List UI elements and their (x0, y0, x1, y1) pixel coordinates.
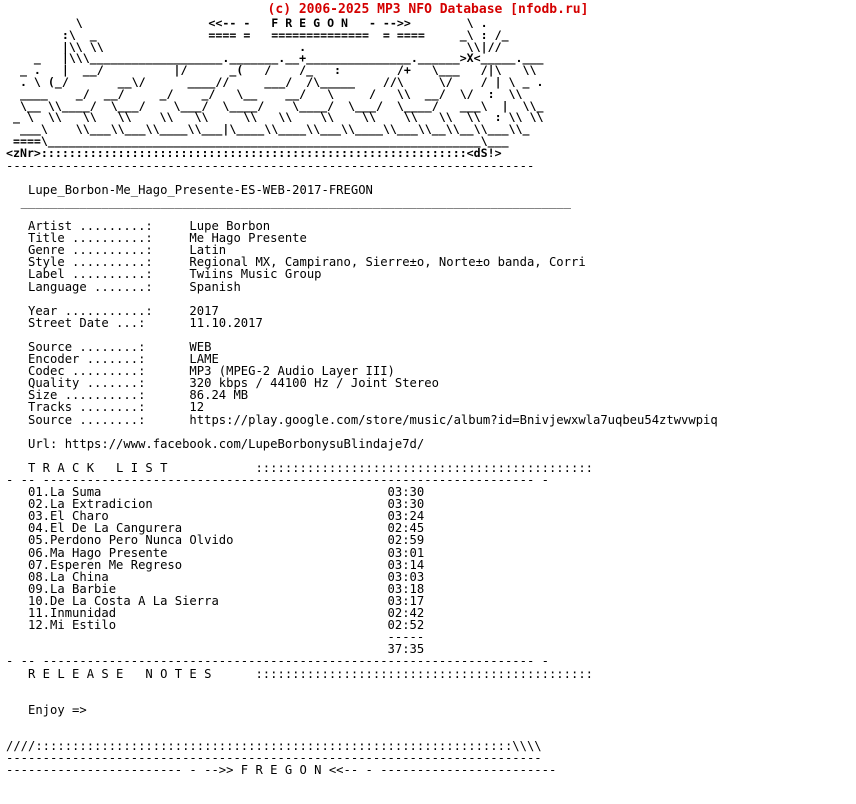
ascii-art-banner: \ <<-- - F R E G O N - -->> \ . :\ _ ===… (6, 16, 544, 160)
nfo-body: ----------------------------------------… (6, 158, 718, 778)
nfo-page: (c) 2006-2025 MP3 NFO Database [nfodb.ru… (0, 0, 856, 804)
